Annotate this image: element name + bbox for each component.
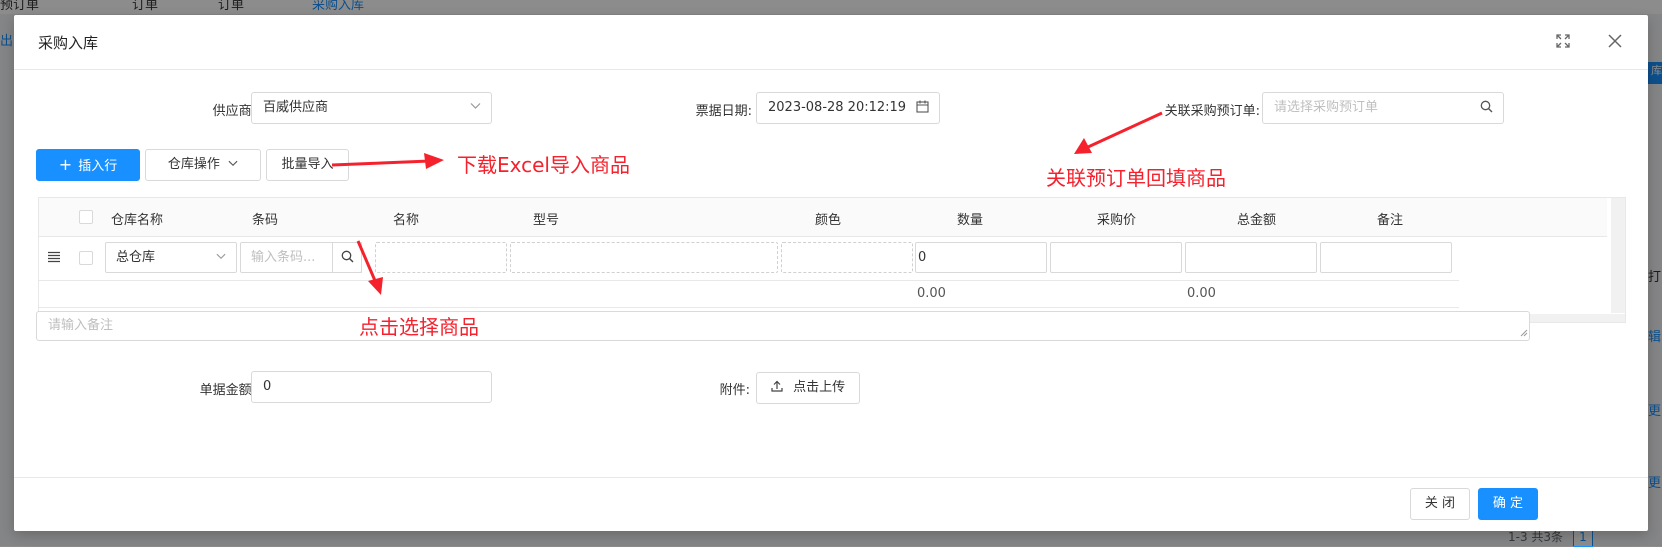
- warehouse-operation-label: 仓库操作: [167, 157, 220, 172]
- table-row: 总仓库 输入条码... 0: [39, 236, 1459, 281]
- resize-handle-icon: [1520, 320, 1528, 348]
- chevron-down-icon: [216, 243, 226, 272]
- upload-icon: [771, 380, 793, 395]
- column-header: 型号: [533, 213, 560, 228]
- linked-order-input[interactable]: 请选择采购预订单: [1262, 92, 1504, 124]
- remark-textarea[interactable]: 请输入备注: [36, 311, 1530, 341]
- annotation-click-select: 点击选择商品: [359, 315, 479, 339]
- date-picker[interactable]: 2023-08-28 20:12:19: [756, 92, 940, 124]
- column-header: 仓库名称: [111, 213, 164, 228]
- chevron-down-icon: [224, 157, 238, 172]
- barcode-search-button[interactable]: [332, 242, 362, 273]
- confirm-button[interactable]: 确 定: [1478, 488, 1538, 520]
- model-cell: [510, 242, 778, 273]
- date-value: 2023-08-28 20:12:19: [768, 100, 907, 115]
- arrow-link-order: [1074, 111, 1163, 154]
- color-cell: [781, 242, 913, 273]
- column-header: 采购价: [1097, 213, 1137, 228]
- totals-row: 0.00 0.00: [39, 281, 1459, 308]
- total-amount-input[interactable]: [1185, 242, 1317, 273]
- amount-total: 0.00: [1187, 286, 1216, 301]
- column-header: 数量: [957, 213, 984, 228]
- drag-handle-icon[interactable]: [47, 251, 61, 267]
- attachment-label: 附件:: [719, 383, 750, 398]
- table-header: 仓库名称 条码 名称 型号 颜色 数量 采购价 总金额 备注: [39, 198, 1607, 237]
- quantity-total: 0.00: [917, 286, 946, 301]
- close-icon[interactable]: [1604, 30, 1626, 52]
- modal-header: 采购入库: [14, 15, 1648, 70]
- goods-table: 仓库名称 条码 名称 型号 颜色 数量 采购价 总金额 备注 总仓库 输入条码.: [38, 197, 1626, 323]
- warehouse-value: 总仓库: [116, 250, 156, 265]
- warehouse-select[interactable]: 总仓库: [105, 242, 237, 273]
- remark-placeholder: 请输入备注: [48, 318, 114, 333]
- barcode-placeholder: 输入条码...: [251, 250, 316, 265]
- close-button[interactable]: 关 闭: [1410, 488, 1470, 520]
- select-all-checkbox[interactable]: [79, 210, 93, 224]
- column-header: 颜色: [815, 213, 842, 228]
- modal-title: 采购入库: [38, 34, 99, 52]
- row-checkbox[interactable]: [79, 251, 93, 265]
- date-label: 票据日期:: [695, 104, 752, 119]
- search-icon[interactable]: [1480, 93, 1493, 123]
- bill-amount-value: 0: [263, 379, 272, 394]
- insert-row-label: 插入行: [78, 159, 118, 174]
- search-icon: [341, 250, 354, 265]
- annotation-link-order: 关联预订单回填商品: [1046, 166, 1226, 190]
- column-header: 备注: [1377, 213, 1404, 228]
- linked-order-label: 关联采购预订单:: [1164, 104, 1260, 119]
- batch-import-button[interactable]: 批量导入: [266, 149, 349, 181]
- upload-button[interactable]: 点击上传: [756, 372, 860, 404]
- column-header: 名称: [393, 213, 420, 228]
- quantity-input[interactable]: 0: [915, 242, 1047, 273]
- supplier-value: 百威供应商: [263, 100, 329, 115]
- purchase-price-input[interactable]: [1050, 242, 1182, 273]
- plus-icon: +: [58, 155, 73, 174]
- supplier-label: 供应商:: [212, 104, 256, 119]
- linked-order-placeholder: 请选择采购预订单: [1274, 100, 1379, 115]
- supplier-select[interactable]: 百威供应商: [251, 92, 492, 124]
- column-header: 总金额: [1237, 213, 1277, 228]
- bill-amount-input[interactable]: 0: [251, 371, 492, 403]
- fullscreen-icon[interactable]: [1552, 30, 1574, 52]
- upload-label: 点击上传: [793, 380, 846, 395]
- name-cell: [375, 242, 507, 273]
- warehouse-operation-button[interactable]: 仓库操作: [145, 149, 261, 181]
- insert-row-button[interactable]: + 插入行: [36, 149, 140, 181]
- calendar-icon: [916, 93, 929, 123]
- column-header: 条码: [252, 213, 279, 228]
- chevron-down-icon: [470, 93, 481, 123]
- table-vertical-scrollbar[interactable]: [1611, 198, 1625, 313]
- bill-amount-label: 单据金额:: [199, 383, 256, 398]
- purchase-inbound-modal: 采购入库 供应商: 百威供应商 票据日期: 2023-08-28 20:12:1…: [14, 15, 1648, 531]
- remark-cell-input[interactable]: [1320, 242, 1452, 273]
- annotation-download-excel: 下载Excel导入商品: [457, 153, 630, 177]
- modal-footer: 关 闭 确 定: [14, 477, 1648, 532]
